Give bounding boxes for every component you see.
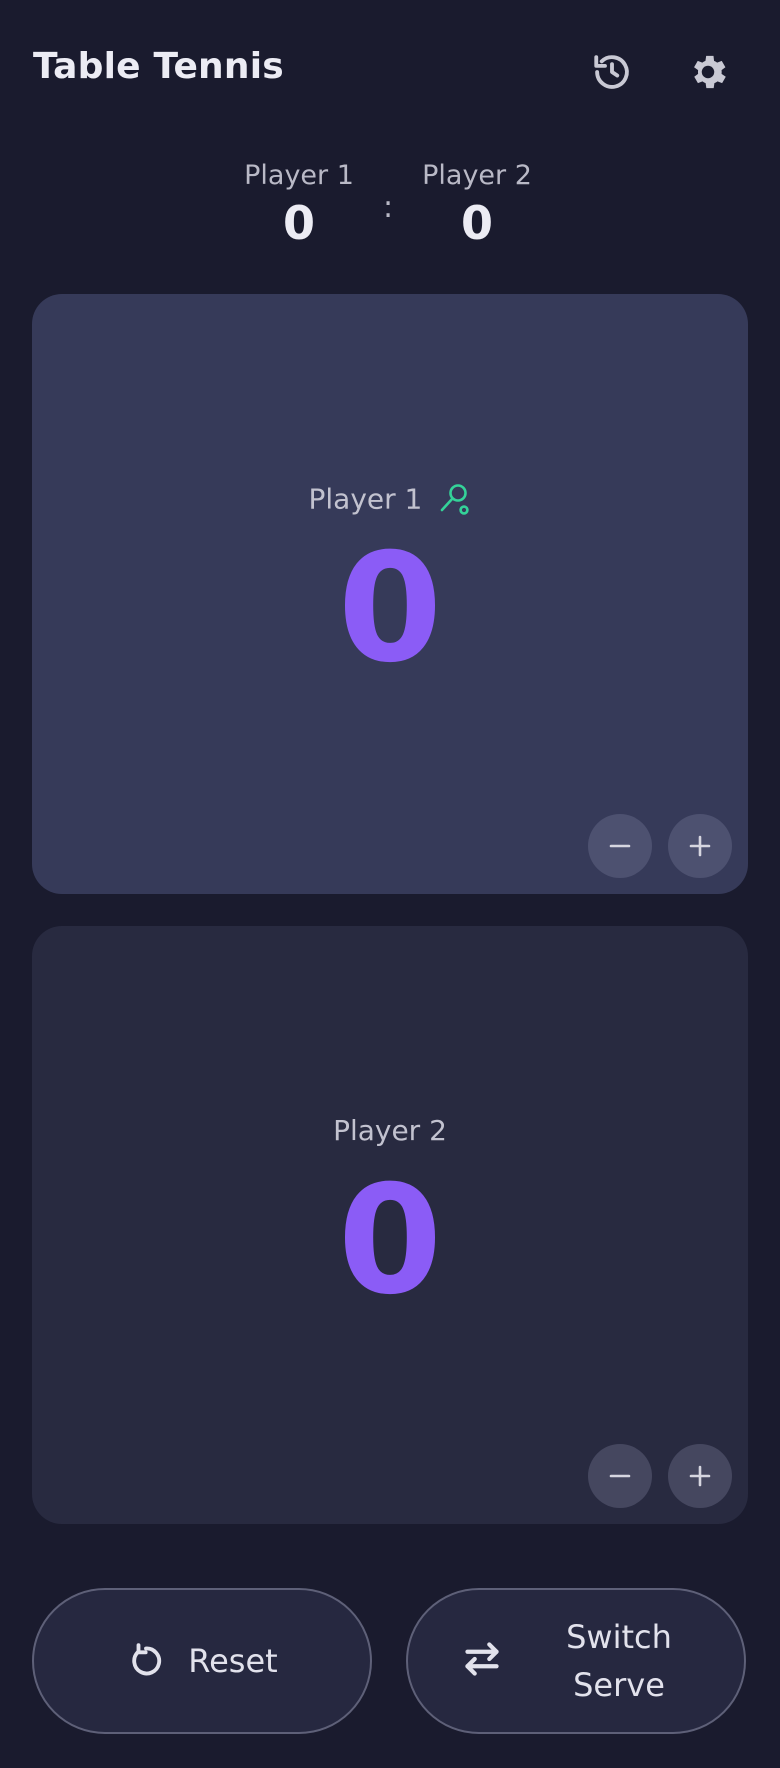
minus-icon — [609, 1474, 631, 1478]
player-2-name: Player 2 — [333, 1114, 447, 1147]
summary-separator: : — [382, 190, 394, 225]
history-icon — [594, 55, 629, 89]
reset-icon — [132, 1643, 162, 1676]
summary-player-2-score: 0 — [460, 196, 493, 250]
player-2-score: 0 — [337, 1154, 443, 1328]
switch-serve-label-line2: Serve — [573, 1666, 665, 1704]
player-2-header: Player 2 — [32, 1114, 748, 1154]
plus-icon — [689, 835, 711, 857]
switch-icon-wrap — [460, 1639, 504, 1683]
player-2-increment-button[interactable] — [668, 1444, 732, 1508]
switch-serve-label-line1: Switch — [566, 1618, 672, 1656]
swap-arrows-icon — [465, 1642, 499, 1676]
plus-icon — [689, 1465, 711, 1487]
summary-player-2-name: Player 2 — [422, 160, 532, 191]
gear-icon — [694, 55, 726, 89]
player-1-increment-button[interactable] — [668, 814, 732, 878]
player-1-panel[interactable]: Player 1 0 — [32, 294, 748, 894]
summary-player-2: Player 2 0 — [397, 160, 557, 250]
summary-player-1: Player 1 0 — [219, 160, 379, 250]
switch-serve-label: Switch Serve — [544, 1613, 694, 1709]
player-2-panel[interactable]: Player 2 0 — [32, 926, 748, 1524]
reset-button[interactable]: Reset — [32, 1588, 372, 1734]
player-1-header: Player 1 — [32, 482, 748, 522]
app-title: Table Tennis — [33, 46, 284, 87]
summary-player-1-name: Player 1 — [244, 160, 354, 191]
history-button[interactable] — [582, 42, 642, 102]
minus-icon — [609, 844, 631, 848]
player-2-decrement-button[interactable] — [588, 1444, 652, 1508]
reset-label: Reset — [188, 1642, 278, 1680]
player-1-name: Player 1 — [308, 482, 423, 516]
switch-serve-button[interactable]: Switch Serve — [406, 1588, 746, 1734]
racket-icon — [441, 484, 470, 515]
score-summary: Player 1 0 : Player 2 0 — [0, 160, 780, 260]
settings-button[interactable] — [678, 42, 738, 102]
player-1-decrement-button[interactable] — [588, 814, 652, 878]
player-1-score: 0 — [337, 522, 443, 696]
summary-player-1-score: 0 — [282, 196, 315, 250]
